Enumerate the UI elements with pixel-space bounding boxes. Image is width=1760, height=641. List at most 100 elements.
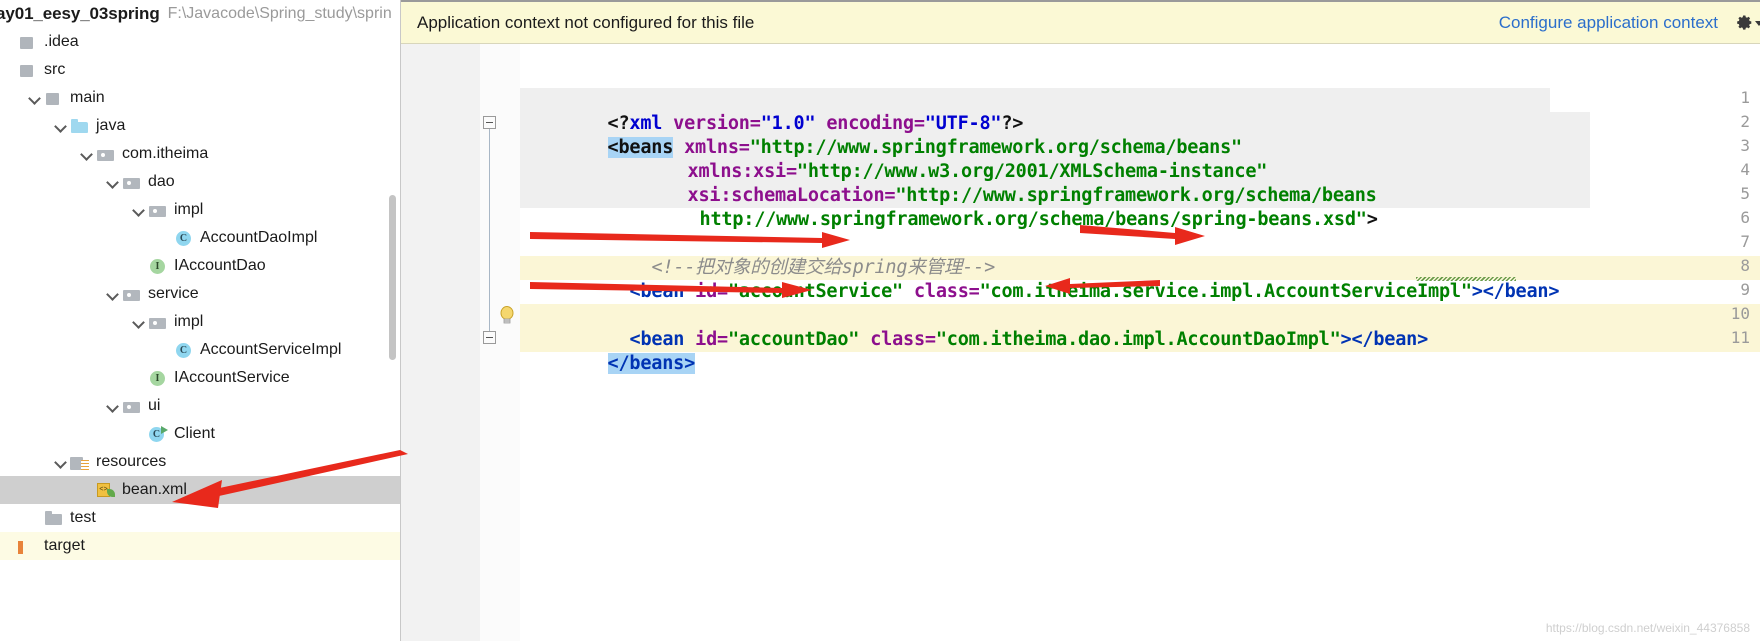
tree-item-label: dao xyxy=(148,173,175,190)
tree-item-label: Client xyxy=(174,425,215,442)
line-number: 8 xyxy=(1740,256,1750,275)
tree-item-label: ui xyxy=(148,397,161,414)
tree-item--idea[interactable]: .idea xyxy=(0,28,400,56)
tree-item-label: resources xyxy=(96,453,167,470)
line-number: 11 xyxy=(1730,328,1750,347)
folder-grey-icon xyxy=(122,398,142,415)
tree-item-label: AccountServiceImpl xyxy=(200,341,342,358)
tree-item-ui[interactable]: ui xyxy=(0,392,400,420)
chevron-down-icon[interactable] xyxy=(52,117,70,135)
notification-bar: Application context not configured for t… xyxy=(401,0,1760,44)
folder-blue-icon xyxy=(70,118,90,135)
tree-item-iaccountservice[interactable]: IAccountService xyxy=(0,364,400,392)
tree-item-client[interactable]: Client xyxy=(0,420,400,448)
tree-item-label: com.itheima xyxy=(122,145,209,162)
project-path: F:\Javacode\Spring_study\sprin xyxy=(167,5,392,22)
tree-item-impl[interactable]: impl xyxy=(0,196,400,224)
code-line-11: </beans> xyxy=(520,328,695,400)
gear-dropdown-caret[interactable] xyxy=(1755,20,1760,26)
class-runnable-icon xyxy=(147,425,168,443)
line-number: 1 xyxy=(1740,88,1750,107)
tok-attr-class-dao: class= xyxy=(859,329,936,350)
chevron-down-icon[interactable] xyxy=(104,397,122,415)
lightbulb-icon[interactable] xyxy=(498,305,516,325)
chevron-down-icon[interactable] xyxy=(26,89,44,107)
line-number: 4 xyxy=(1740,160,1750,179)
folder-grey-icon xyxy=(96,146,116,163)
tree-item-label: main xyxy=(70,89,105,106)
tok-val-schema-2: http://www.springframework.org/schema/be… xyxy=(699,209,1367,230)
tree-item-resources[interactable]: resources xyxy=(0,448,400,476)
line-number: 3 xyxy=(1740,136,1750,155)
tree-item-iaccountdao[interactable]: IAccountDao xyxy=(0,252,400,280)
interface-icon xyxy=(148,258,168,275)
gear-icon[interactable] xyxy=(1732,12,1760,34)
chevron-down-icon[interactable] xyxy=(104,173,122,191)
tok-tag-bean-close-dao: ></bean> xyxy=(1340,329,1429,350)
square-grey-icon xyxy=(44,90,64,107)
run-triangle-icon xyxy=(161,425,168,434)
project-name: ay01_eesy_03spring xyxy=(0,4,160,23)
tree-item-dao[interactable]: dao xyxy=(0,168,400,196)
tree-item-accountserviceimpl[interactable]: AccountServiceImpl xyxy=(0,336,400,364)
tree-item-label: IAccountDao xyxy=(174,257,266,274)
line-number: 5 xyxy=(1740,184,1750,203)
folder-grey-icon xyxy=(122,174,142,191)
tree-item-label: java xyxy=(96,117,126,134)
tree-item-impl[interactable]: impl xyxy=(0,308,400,336)
tree-item-label: test xyxy=(70,509,96,526)
project-tree: .idea src main java com.itheima dao impl Accoun… xyxy=(0,28,400,560)
notification-actions: Configure application context xyxy=(1499,12,1760,34)
tree-item-target[interactable]: target xyxy=(0,532,400,560)
chevron-down-icon[interactable] xyxy=(52,453,70,471)
watermark: https://blog.csdn.net/weixin_44376858 xyxy=(1545,621,1750,635)
tok-gt: > xyxy=(1366,209,1378,230)
class-icon xyxy=(174,230,194,247)
tree-item-com-itheima[interactable]: com.itheima xyxy=(0,140,400,168)
square-grey-icon xyxy=(18,62,38,79)
tree-item-java[interactable]: java xyxy=(0,112,400,140)
configure-application-context-link[interactable]: Configure application context xyxy=(1499,13,1718,33)
tree-item-label: IAccountService xyxy=(174,369,290,386)
tree-item-test[interactable]: test xyxy=(0,504,400,532)
tree-item-label: bean.xml xyxy=(122,481,187,498)
line-number: 6 xyxy=(1740,208,1750,227)
xml-file-icon xyxy=(96,482,116,499)
chevron-down-icon[interactable] xyxy=(130,201,148,219)
inspection-squiggle xyxy=(1416,277,1516,281)
line-number-gutter xyxy=(401,44,481,641)
project-root-row[interactable]: ay01_eesy_03spring F:\Javacode\Spring_st… xyxy=(0,0,400,28)
fold-minus-icon-line11[interactable] xyxy=(483,331,496,344)
tree-item-label: .idea xyxy=(44,33,79,50)
tree-item-main[interactable]: main xyxy=(0,84,400,112)
tree-item-bean-xml[interactable]: bean.xml xyxy=(0,476,400,504)
chevron-down-icon[interactable] xyxy=(104,285,122,303)
chevron-down-icon[interactable] xyxy=(130,313,148,331)
tree-scrollbar-thumb[interactable] xyxy=(389,195,396,360)
tree-item-service[interactable]: service xyxy=(0,280,400,308)
code-editor[interactable]: 1 2 3 4 5 6 7 8 9 10 11 <?xml version="1.0" encodi… xyxy=(401,44,1760,641)
tree-item-label: impl xyxy=(174,313,204,330)
fold-guide-line xyxy=(489,129,490,331)
tok-tag-bean-open-service: <bean xyxy=(629,281,685,302)
tok-val-account-dao: "accountDao" xyxy=(727,329,860,350)
square-grey-icon xyxy=(18,34,38,51)
folder-grey-icon xyxy=(148,202,168,219)
tree-item-label: AccountDaoImpl xyxy=(200,229,318,246)
tree-item-accountdaoimpl[interactable]: AccountDaoImpl xyxy=(0,224,400,252)
tok-tag-bean-close-service: ></bean> xyxy=(1471,281,1560,302)
tok-val-class-service: "com.itheima.service.impl.AccountService… xyxy=(979,281,1472,302)
tok-val-class-dao: "com.itheima.dao.impl.AccountDaoImpl" xyxy=(935,329,1341,350)
chevron-down-icon[interactable] xyxy=(78,145,96,163)
fold-minus-icon-line2[interactable] xyxy=(483,116,496,129)
project-tree-pane: ay01_eesy_03spring F:\Javacode\Spring_st… xyxy=(0,0,401,641)
class-icon xyxy=(174,342,194,359)
tree-item-src[interactable]: src xyxy=(0,56,400,84)
